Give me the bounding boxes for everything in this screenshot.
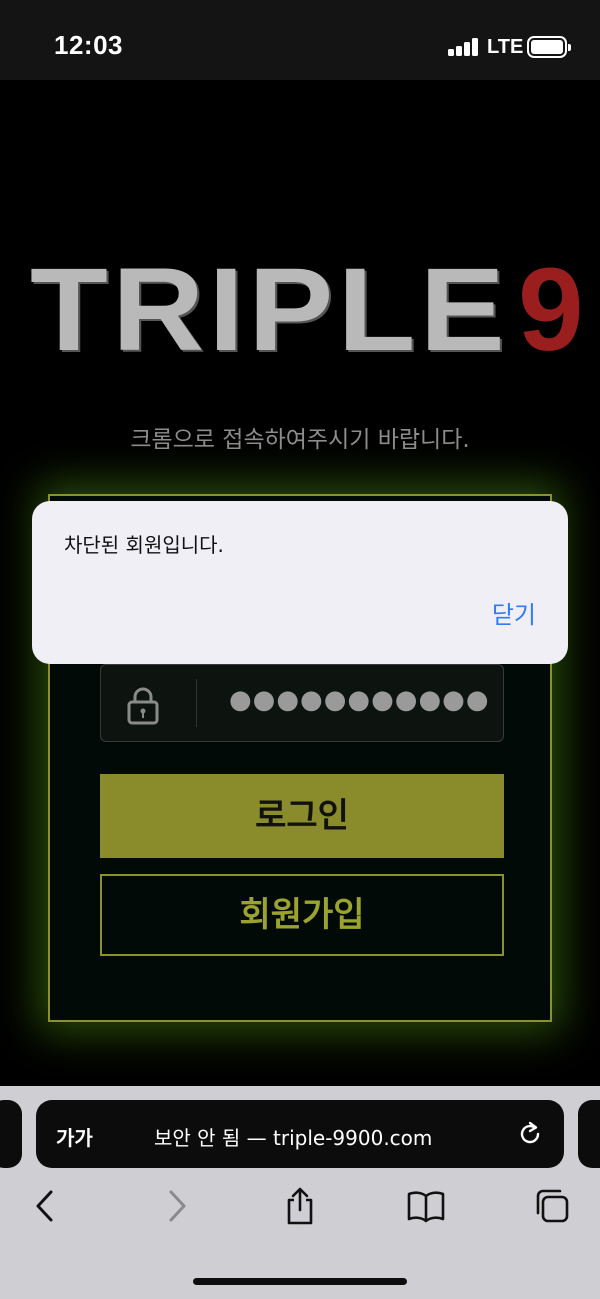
- triple9-logo: TRIPLE 9: [30, 244, 584, 376]
- url-text[interactable]: 보안 안 됨 — triple-9900.com: [154, 1122, 432, 1151]
- logo-text: TRIPLE: [30, 244, 510, 376]
- share-icon[interactable]: [280, 1186, 320, 1226]
- signup-button[interactable]: 회원가입: [100, 874, 504, 956]
- tabs-icon[interactable]: [532, 1186, 572, 1226]
- field-divider: [196, 679, 197, 727]
- alert-dialog: 차단된 회원입니다. 닫기: [32, 501, 568, 664]
- home-indicator: [193, 1278, 407, 1285]
- logo-number: 9: [518, 244, 584, 376]
- previous-tab-preview[interactable]: [0, 1100, 22, 1168]
- password-value: ●●●●●●●●●●●: [229, 685, 490, 715]
- forward-icon[interactable]: [156, 1186, 196, 1226]
- bookmarks-icon[interactable]: [406, 1186, 446, 1226]
- next-tab-preview[interactable]: [578, 1100, 600, 1168]
- alert-close-button[interactable]: 닫기: [492, 595, 536, 630]
- status-bar: 12:03 LTE: [0, 0, 600, 80]
- address-bar[interactable]: 가가 보안 안 됨 — triple-9900.com: [36, 1100, 564, 1168]
- reload-icon[interactable]: [516, 1120, 544, 1148]
- cellular-signal-icon: [448, 38, 482, 56]
- network-type: LTE: [487, 36, 524, 58]
- battery-icon: [527, 36, 571, 58]
- status-time: 12:03: [54, 30, 123, 60]
- back-icon[interactable]: [26, 1186, 66, 1226]
- lock-icon: [127, 687, 159, 725]
- text-size-button[interactable]: 가가: [56, 1122, 93, 1151]
- alert-message: 차단된 회원입니다.: [64, 533, 224, 557]
- chrome-notice: 크롬으로 접속하여주시기 바랍니다.: [130, 427, 470, 453]
- login-button[interactable]: 로그인: [100, 774, 504, 858]
- browser-bottom-bar: 가가 보안 안 됨 — triple-9900.com: [0, 1086, 600, 1299]
- password-field[interactable]: ●●●●●●●●●●●: [100, 664, 504, 742]
